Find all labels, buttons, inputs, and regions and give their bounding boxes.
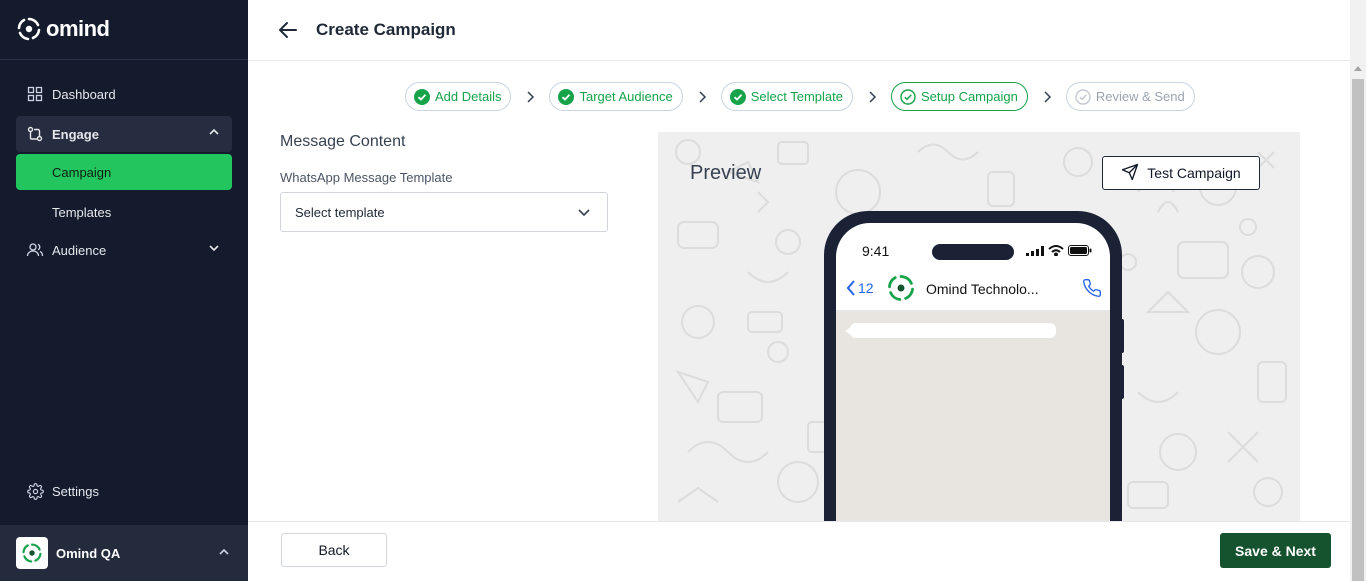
step-label: Target Audience bbox=[579, 89, 673, 104]
page-header: Create Campaign bbox=[248, 0, 1350, 61]
users-icon bbox=[26, 241, 44, 259]
chevron-right-icon bbox=[683, 90, 721, 103]
campaign-stepper: Add Details Target Audience Select Templ… bbox=[405, 82, 1195, 111]
preview-title: Preview bbox=[690, 162, 762, 184]
test-campaign-button[interactable]: Test Campaign bbox=[1102, 156, 1260, 190]
step-select-template[interactable]: Select Template bbox=[720, 82, 853, 111]
back-arrow-icon[interactable] bbox=[278, 19, 300, 41]
sidebar-item-campaign[interactable]: Campaign bbox=[16, 154, 232, 190]
sidebar-divider bbox=[0, 59, 248, 60]
template-field-label: WhatsApp Message Template bbox=[280, 170, 453, 185]
org-switcher[interactable]: Omind QA bbox=[0, 525, 248, 581]
step-label: Review & Send bbox=[1095, 89, 1185, 104]
brand-logo[interactable]: omind bbox=[16, 16, 110, 42]
sidebar-item-label: Campaign bbox=[52, 164, 112, 180]
phone-status-bar: 9:41 bbox=[836, 223, 1110, 267]
scrollbar-thumb[interactable] bbox=[1352, 79, 1364, 581]
chevron-left-icon bbox=[846, 280, 855, 296]
phone-side-button bbox=[1120, 365, 1124, 399]
check-circle-icon bbox=[729, 88, 746, 105]
phone-mockup: 9:41 12 Omind Technolo... bbox=[824, 211, 1124, 521]
sidebar-item-label: Templates bbox=[52, 204, 112, 220]
check-circle-outline-icon bbox=[1075, 88, 1091, 105]
page-scrollbar[interactable] bbox=[1350, 0, 1366, 581]
sidebar-item-engage[interactable]: Engage bbox=[16, 116, 232, 152]
sidebar-item-dashboard[interactable]: Dashboard bbox=[16, 76, 232, 112]
preview-panel: Preview Test Campaign 9:41 12 Omind Tech… bbox=[658, 132, 1300, 521]
gear-icon bbox=[26, 482, 44, 500]
step-target-audience[interactable]: Target Audience bbox=[549, 82, 683, 111]
message-content-heading: Message Content bbox=[280, 133, 406, 150]
chevron-down-icon bbox=[208, 242, 220, 257]
omind-logo-icon bbox=[22, 543, 42, 563]
dynamic-island bbox=[932, 244, 1014, 260]
sidebar-item-audience[interactable]: Audience bbox=[16, 232, 232, 268]
org-name: Omind QA bbox=[56, 545, 121, 561]
template-select-value: Select template bbox=[295, 204, 385, 220]
chevron-right-icon bbox=[1028, 90, 1066, 103]
unread-count: 12 bbox=[858, 280, 874, 296]
send-icon bbox=[1121, 163, 1139, 184]
grid-icon bbox=[26, 85, 44, 103]
message-bubble bbox=[845, 323, 1056, 338]
sidebar: omind Dashboard Engage Campaign Template… bbox=[0, 0, 248, 581]
action-footer: Back Save & Next bbox=[248, 521, 1350, 581]
sidebar-item-settings[interactable]: Settings bbox=[16, 473, 232, 509]
chat-back-button[interactable]: 12 bbox=[846, 280, 874, 296]
wifi-icon bbox=[1048, 245, 1064, 256]
step-label: Add Details bbox=[435, 89, 502, 104]
sidebar-item-label: Audience bbox=[52, 242, 107, 258]
battery-icon bbox=[1068, 245, 1092, 256]
phone-side-button bbox=[1120, 319, 1124, 353]
scroll-up-arrow-icon[interactable] bbox=[1354, 66, 1362, 71]
status-time: 9:41 bbox=[862, 243, 890, 259]
contact-name: Omind Technolo... bbox=[926, 281, 1039, 297]
phone-call-icon[interactable] bbox=[1082, 278, 1102, 303]
chat-header: 12 Omind Technolo... bbox=[836, 267, 1110, 311]
test-campaign-label: Test Campaign bbox=[1147, 165, 1241, 181]
chevron-down-icon bbox=[577, 205, 591, 222]
chevron-up-icon bbox=[208, 126, 220, 141]
chat-area bbox=[836, 311, 1110, 521]
page-title: Create Campaign bbox=[316, 20, 456, 39]
sidebar-item-label: Engage bbox=[52, 126, 99, 142]
step-add-details[interactable]: Add Details bbox=[405, 82, 512, 111]
save-next-button[interactable]: Save & Next bbox=[1220, 533, 1331, 568]
step-label: Select Template bbox=[750, 89, 843, 104]
step-setup-campaign[interactable]: Setup Campaign bbox=[890, 82, 1028, 111]
sidebar-item-label: Dashboard bbox=[52, 86, 116, 102]
phone-screen: 9:41 12 Omind Technolo... bbox=[836, 223, 1110, 521]
step-review-send[interactable]: Review & Send bbox=[1065, 82, 1195, 111]
check-circle-icon bbox=[558, 88, 575, 105]
sidebar-item-label: Settings bbox=[52, 483, 99, 499]
contact-avatar bbox=[886, 273, 916, 308]
signal-icon bbox=[1026, 245, 1044, 256]
chevron-up-icon bbox=[218, 545, 230, 563]
back-button[interactable]: Back bbox=[281, 533, 387, 567]
chevron-right-icon bbox=[853, 90, 891, 103]
chevron-right-icon bbox=[511, 90, 549, 103]
step-label: Setup Campaign bbox=[920, 89, 1018, 104]
org-avatar bbox=[16, 537, 48, 569]
brand-name: omind bbox=[46, 16, 110, 41]
status-icons bbox=[1026, 245, 1092, 256]
check-circle-outline-icon bbox=[900, 88, 916, 105]
check-circle-icon bbox=[414, 88, 430, 105]
route-icon bbox=[26, 125, 44, 143]
omind-logo-icon bbox=[17, 17, 41, 41]
sidebar-item-templates[interactable]: Templates bbox=[16, 194, 232, 230]
template-select[interactable]: Select template bbox=[280, 192, 608, 232]
